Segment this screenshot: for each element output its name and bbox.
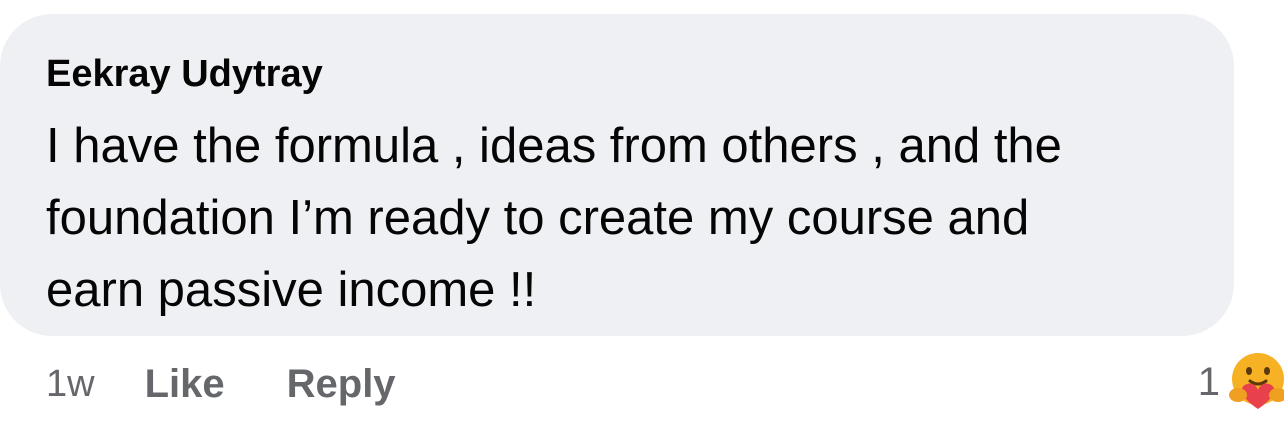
like-button[interactable]: Like — [145, 362, 225, 407]
comment-screen: Eekray Udytray I have the formula , idea… — [0, 0, 1284, 443]
reaction-count: 1 — [1197, 359, 1220, 404]
comment-timestamp[interactable]: 1w — [46, 363, 95, 406]
reaction-summary[interactable]: 1 — [1198, 350, 1284, 414]
comment-author-name[interactable]: Eekray Udytray — [46, 52, 323, 96]
comment-body: I have the formula , ideas from others ,… — [46, 110, 1216, 326]
comment-text-line: earn passive income !! — [46, 263, 537, 317]
comment-actions: 1w Like Reply — [46, 356, 458, 412]
reply-button[interactable]: Reply — [287, 362, 396, 407]
care-reaction-icon — [1229, 353, 1284, 409]
comment-text-line: foundation I’m ready to create my course… — [46, 191, 1030, 245]
comment-text-line: I have the formula , ideas from others ,… — [46, 119, 1062, 173]
